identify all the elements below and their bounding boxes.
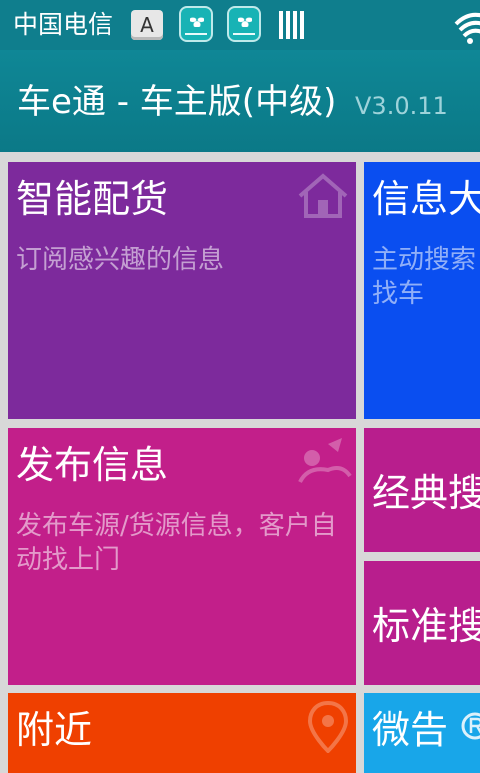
app-title: 车e通 - 车主版(中级): [17, 82, 337, 122]
map-pin-icon: [307, 701, 349, 753]
huawei-app-icon: [179, 6, 213, 42]
wifi-icon: [452, 10, 480, 44]
huawei-app-icon: [227, 6, 261, 42]
tile-smart-matching[interactable]: 智能配货 订阅感兴趣的信息: [8, 162, 356, 419]
tile-title: 标准搜: [372, 604, 480, 648]
tile-subtitle: 发布车源/货源信息，客户自动找上门: [16, 511, 337, 575]
tile-title: 信息大: [372, 177, 480, 221]
tile-title: 经典搜: [372, 471, 480, 515]
tile-title: 附近: [16, 708, 93, 752]
registered-icon: [461, 712, 480, 740]
tile-publish-info[interactable]: 发布信息 发布车源/货源信息，客户自动找上门: [8, 428, 356, 685]
tile-nearby[interactable]: 附近: [8, 693, 356, 773]
app-version: V3.0.11: [355, 92, 448, 120]
input-method-icon: A: [131, 10, 163, 40]
tile-title: 微告: [372, 708, 449, 752]
status-bar: 中国电信 A: [0, 0, 480, 50]
tile-weigo[interactable]: 微告: [364, 693, 480, 773]
app-header: 车e通 - 车主版(中级) V3.0.11: [0, 50, 480, 152]
tile-title: 发布信息: [16, 443, 169, 487]
tile-classic-search[interactable]: 经典搜: [364, 428, 480, 552]
tile-standard-search[interactable]: 标准搜: [364, 561, 480, 685]
carrier-label: 中国电信: [13, 10, 114, 39]
storage-icon: [279, 11, 304, 39]
person-icon: [298, 438, 352, 483]
tile-subtitle: 主动搜索找车: [372, 245, 477, 309]
tile-info-hall[interactable]: 信息大 主动搜索找车: [364, 162, 480, 419]
house-icon: [298, 173, 348, 218]
tile-subtitle: 订阅感兴趣的信息: [16, 245, 225, 275]
tile-title: 智能配货: [16, 177, 169, 221]
